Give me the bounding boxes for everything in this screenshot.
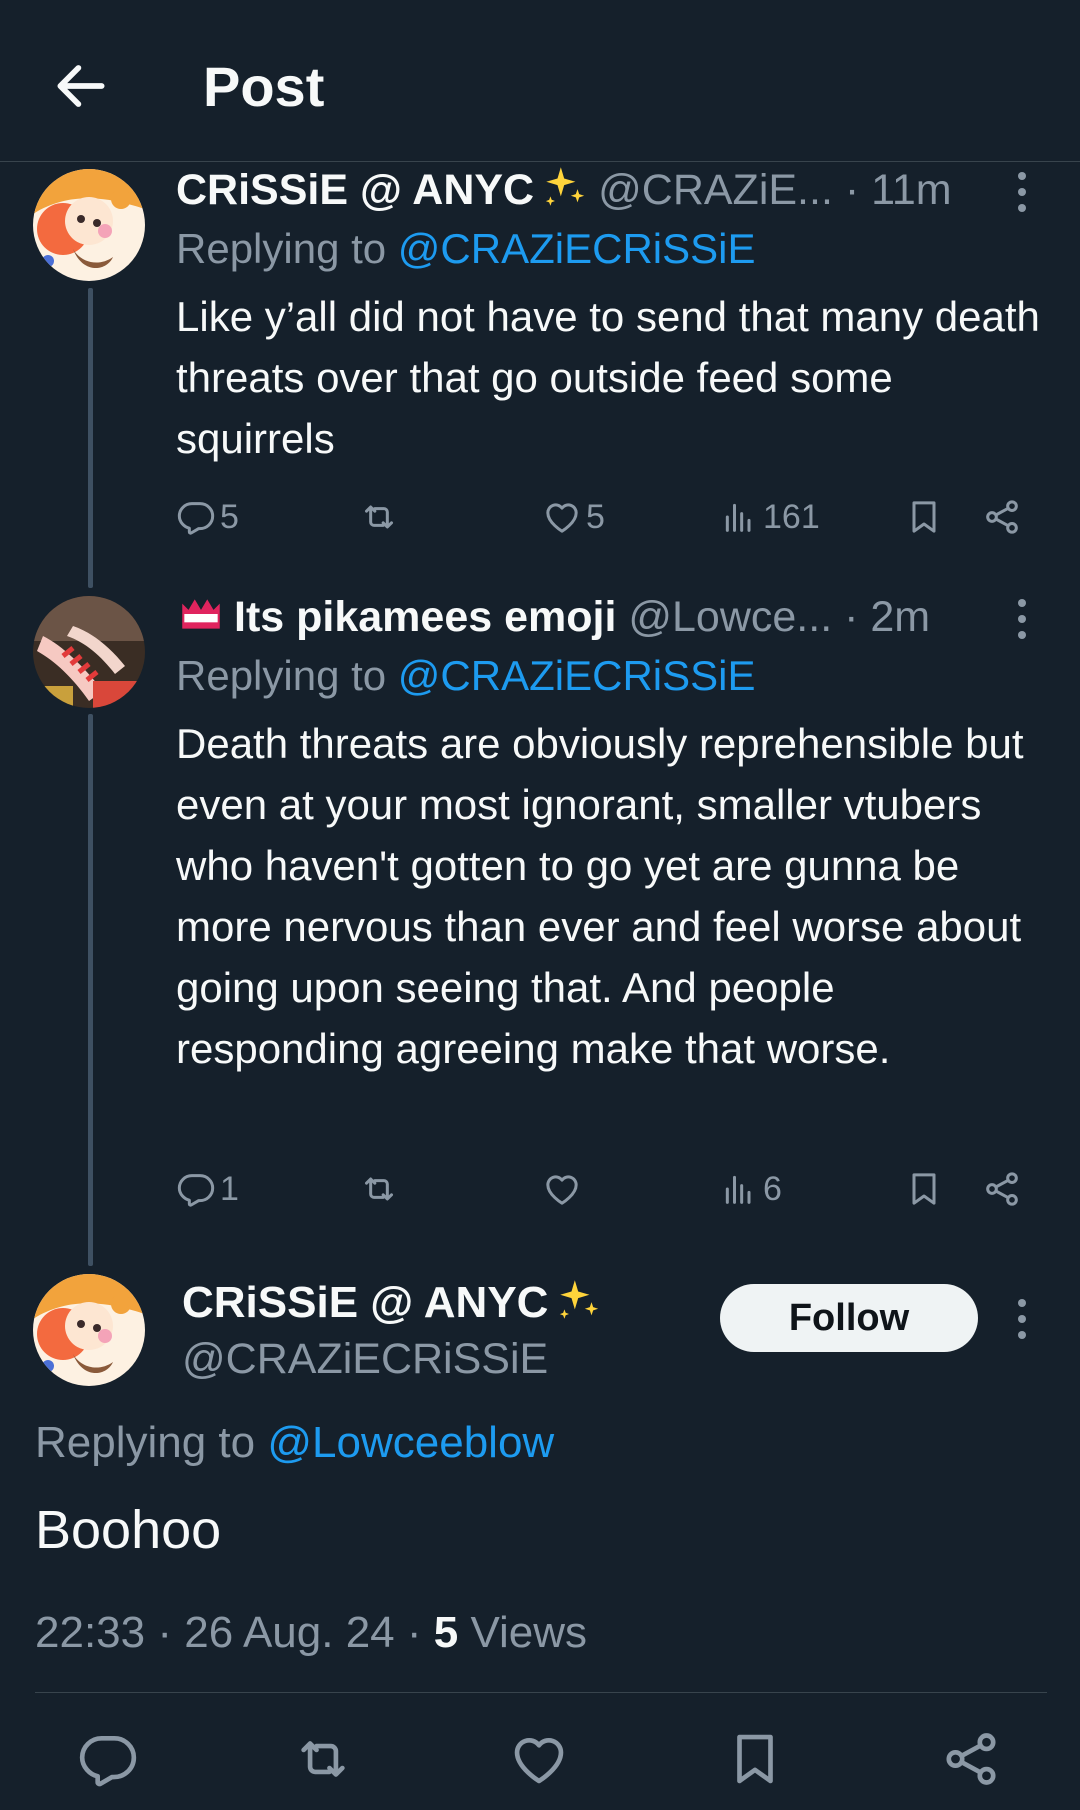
- views-count: 6: [763, 1169, 782, 1208]
- author-name-row: CRiSSiE @ ANYC: [182, 1275, 612, 1331]
- bar-chart-icon: [719, 497, 759, 537]
- retweet-icon: [292, 1728, 354, 1790]
- post-meta: 22:33 · 26 Aug. 24 · 5 Views: [35, 1608, 588, 1657]
- post-date[interactable]: 26 Aug. 24: [184, 1608, 394, 1657]
- share-icon: [940, 1728, 1002, 1790]
- share-button[interactable]: [982, 1164, 1022, 1214]
- views-count: 161: [763, 497, 820, 536]
- tweet-header: CRiSSiE @ ANYC @CRAZiE... · 11m: [176, 162, 1066, 218]
- action-bar: 5 5 161: [176, 492, 1036, 542]
- handle[interactable]: @CRAZiE...: [598, 166, 833, 214]
- follow-button[interactable]: Follow: [720, 1284, 978, 1352]
- avatar-image: [33, 596, 145, 708]
- bar-chart-icon: [719, 1169, 759, 1209]
- handle[interactable]: @Lowce...: [628, 593, 832, 641]
- replying-label: Replying to: [176, 652, 387, 699]
- like-button[interactable]: 5: [542, 492, 605, 542]
- views-count: 5: [433, 1608, 459, 1657]
- heart-icon: [542, 497, 582, 537]
- replying-to: Replying to @CRAZiECRiSSiE: [176, 222, 755, 276]
- page-title: Post: [203, 55, 325, 118]
- like-count: 5: [586, 497, 605, 536]
- avatar-image: [33, 169, 145, 281]
- bookmark-icon: [724, 1728, 786, 1790]
- bookmark-button[interactable]: [724, 1728, 786, 1790]
- more-options-button[interactable]: [1007, 594, 1037, 644]
- speech-bubble-icon: [176, 1169, 216, 1209]
- sparkles-icon: [540, 162, 590, 212]
- bookmark-button[interactable]: [904, 492, 944, 542]
- display-name[interactable]: CRiSSiE @ ANYC: [176, 166, 534, 214]
- retweet-button[interactable]: [359, 1164, 403, 1214]
- views-button[interactable]: 161: [719, 492, 820, 542]
- mention-link[interactable]: @Lowceeblow: [267, 1418, 554, 1467]
- tweet-text: Like y’all did not have to send that man…: [176, 293, 1040, 462]
- bookmark-icon: [904, 1169, 944, 1209]
- speech-bubble-icon: [77, 1728, 139, 1790]
- retweet-icon: [359, 1169, 399, 1209]
- retweet-icon: [359, 497, 399, 537]
- replying-label: Replying to: [176, 225, 387, 272]
- separator-dot: ·: [832, 593, 871, 641]
- reply-button[interactable]: 1: [176, 1164, 239, 1214]
- post-action-bar: [0, 1728, 1080, 1798]
- red-badge-icon: [176, 589, 226, 639]
- retweet-button[interactable]: [359, 492, 403, 542]
- reply-count: 1: [220, 1169, 239, 1208]
- bookmark-button[interactable]: [904, 1164, 944, 1214]
- share-button[interactable]: [982, 492, 1022, 542]
- retweet-button[interactable]: [292, 1728, 354, 1790]
- divider: [35, 1692, 1047, 1693]
- replying-to: Replying to @CRAZiECRiSSiE: [176, 649, 755, 703]
- timestamp[interactable]: 11m: [871, 166, 951, 214]
- top-bar: Post: [0, 0, 1080, 162]
- speech-bubble-icon: [176, 497, 216, 537]
- post-text: Boohoo: [35, 1500, 222, 1560]
- thread-connector: [88, 288, 93, 588]
- more-options-button[interactable]: [1007, 1294, 1037, 1344]
- thread-connector: [88, 714, 93, 1266]
- more-options-button[interactable]: [1007, 167, 1037, 217]
- share-icon: [982, 1169, 1022, 1209]
- display-name[interactable]: Its pikamees emoji: [234, 593, 616, 641]
- like-button[interactable]: [508, 1728, 570, 1790]
- back-button[interactable]: [50, 55, 112, 117]
- mention-link[interactable]: @CRAZiECRiSSiE: [398, 652, 756, 699]
- bookmark-icon: [904, 497, 944, 537]
- views-label: Views: [470, 1608, 588, 1657]
- share-button[interactable]: [940, 1728, 1002, 1790]
- reply-button[interactable]: [77, 1728, 139, 1790]
- action-bar: 1 6: [176, 1164, 1036, 1214]
- replying-to: Replying to @Lowceeblow: [35, 1415, 554, 1471]
- share-icon: [982, 497, 1022, 537]
- tweet-text: Death threats are obviously reprehensibl…: [176, 720, 1024, 1072]
- tweet-header: Its pikamees emoji @Lowce... · 2m: [176, 589, 1066, 645]
- handle[interactable]: @CRAZiECRiSSiE: [182, 1331, 548, 1387]
- separator-dot: ·: [832, 166, 872, 214]
- replying-label: Replying to: [35, 1418, 256, 1467]
- heart-icon: [542, 1169, 582, 1209]
- like-button[interactable]: [542, 1164, 586, 1214]
- reply-count: 5: [220, 497, 239, 536]
- reply-button[interactable]: 5: [176, 492, 239, 542]
- timestamp[interactable]: 2m: [870, 593, 930, 641]
- sparkles-icon: [554, 1275, 604, 1325]
- arrow-left-icon: [57, 65, 105, 107]
- avatar[interactable]: [33, 169, 145, 281]
- heart-icon: [508, 1728, 570, 1790]
- display-name[interactable]: CRiSSiE @ ANYC: [182, 1278, 548, 1327]
- post-time[interactable]: 22:33: [35, 1608, 145, 1657]
- mention-link[interactable]: @CRAZiECRiSSiE: [398, 225, 756, 272]
- avatar[interactable]: [33, 1274, 145, 1386]
- views-button[interactable]: 6: [719, 1164, 782, 1214]
- avatar[interactable]: [33, 596, 145, 708]
- avatar-image: [33, 1274, 145, 1386]
